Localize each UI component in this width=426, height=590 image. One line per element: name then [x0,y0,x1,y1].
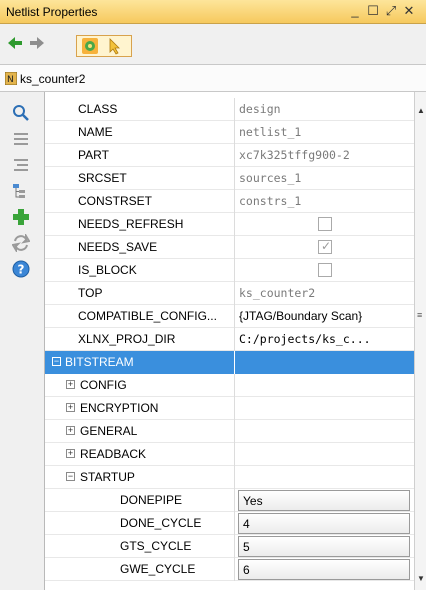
minimize-icon[interactable]: _ [348,3,362,19]
property-value: 6 [243,563,250,577]
group-row[interactable]: + CONFIG [45,374,414,397]
svg-text:N: N [7,75,14,85]
property-name: SRCSET [78,171,127,185]
property-value: Yes [243,494,263,508]
scroll-down-icon[interactable]: ▼ [417,574,425,583]
property-value: netlist_1 [239,125,302,139]
property-row[interactable]: TOP ks_counter2 [45,282,414,305]
object-bar: N ks_counter2 [0,64,426,92]
property-name: NAME [78,125,113,139]
startup-row[interactable]: DONEPIPE Yes [45,489,414,512]
property-name: COMPATIBLE_CONFIG... [78,309,217,323]
svg-text:?: ? [18,263,25,277]
property-name: TOP [78,286,103,300]
property-name: GWE_CYCLE [120,562,196,576]
side-toolbar: ? [0,92,44,590]
property-row[interactable]: COMPATIBLE_CONFIG... {JTAG/Boundary Scan… [45,305,414,328]
property-row[interactable]: PART xc7k325tffg900-2 [45,144,414,167]
gwe-cycle-dropdown[interactable]: 6 [238,559,410,580]
group-label: READBACK [80,447,147,461]
needs-save-checkbox[interactable]: ✓ [318,239,332,254]
property-value: constrs_1 [239,194,302,208]
collapse-icon[interactable]: − [66,472,75,481]
netlist-icon: N [4,71,18,86]
toolbar [0,24,426,64]
refresh-icon[interactable] [11,232,31,254]
property-name: PART [78,148,109,162]
search-icon[interactable] [12,104,30,122]
property-value: {JTAG/Boundary Scan} [239,309,363,323]
property-name: NEEDS_SAVE [78,240,158,254]
close-icon[interactable]: ✕ [402,3,416,19]
maximize-icon[interactable]: ☐ [366,3,380,19]
back-arrow-icon[interactable] [6,34,24,52]
collapse-all-icon[interactable] [12,130,30,148]
group-row[interactable]: + GENERAL [45,420,414,443]
vertical-scrollbar[interactable]: ▲ ≡ ▼ [414,92,426,590]
property-row[interactable]: IS_BLOCK [45,259,414,282]
properties-icon[interactable] [81,37,99,55]
expand-icon[interactable]: + [66,449,75,458]
group-label: STARTUP [80,470,135,484]
property-row[interactable]: NAME netlist_1 [45,121,414,144]
expand-icon[interactable]: + [66,380,75,389]
title-bar: Netlist Properties _ ☐ ⤢ ✕ [0,0,426,24]
property-value: ks_counter2 [239,286,316,300]
check-mark-icon: ✓ [321,239,332,253]
property-grid: CLASS design NAME netlist_1 PART xc7k325… [44,92,414,590]
group-label: ENCRYPTION [80,401,159,415]
needs-refresh-checkbox[interactable] [318,217,332,231]
property-row[interactable]: NEEDS_REFRESH [45,213,414,236]
object-name: ks_counter2 [20,72,86,86]
gts-cycle-dropdown[interactable]: 5 [238,536,410,557]
float-icon[interactable]: ⤢ [384,3,398,19]
property-name: DONE_CYCLE [120,516,202,530]
property-name: DONEPIPE [120,493,183,507]
property-row[interactable]: NEEDS_SAVE ✓ [45,236,414,259]
window-title: Netlist Properties [6,5,98,19]
collapse-icon[interactable]: − [52,357,61,366]
help-icon[interactable]: ? [12,260,30,278]
group-label: GENERAL [80,424,138,438]
property-value: 4 [243,517,250,531]
property-value: xc7k325tffg900-2 [239,148,350,162]
category-row-bitstream[interactable]: − BITSTREAM [45,351,414,374]
property-name: IS_BLOCK [78,263,137,277]
property-row[interactable]: CLASS design [45,98,414,121]
expand-icon[interactable]: + [66,403,75,412]
done-cycle-dropdown[interactable]: 4 [238,513,410,534]
property-value: C:/projects/ks_c... [239,332,371,346]
group-label: CONFIG [80,378,127,392]
group-row-startup[interactable]: − STARTUP [45,466,414,489]
group-row[interactable]: + READBACK [45,443,414,466]
category-label: BITSTREAM [65,355,134,369]
startup-row[interactable]: GWE_CYCLE 6 [45,558,414,581]
group-icon[interactable] [12,182,30,200]
property-row[interactable]: XLNX_PROJ_DIR C:/projects/ks_c... [45,328,414,351]
add-property-icon[interactable] [12,208,30,226]
startup-row[interactable]: DONE_CYCLE 4 [45,512,414,535]
startup-row[interactable]: GTS_CYCLE 5 [45,535,414,558]
expand-icon[interactable]: + [66,426,75,435]
scroll-up-icon[interactable]: ▲ [417,106,425,115]
property-value: 5 [243,540,250,554]
forward-arrow-icon[interactable] [28,34,46,52]
select-pointer-icon[interactable] [106,37,124,55]
property-row[interactable]: CONSTRSET constrs_1 [45,190,414,213]
property-value: design [239,102,281,116]
donepipe-dropdown[interactable]: Yes [238,490,410,511]
property-name: GTS_CYCLE [120,539,192,553]
expand-all-icon[interactable] [12,156,30,174]
property-name: CONSTRSET [78,194,153,208]
property-name: CLASS [78,102,118,116]
property-name: XLNX_PROJ_DIR [78,332,176,346]
is-block-checkbox[interactable] [318,263,332,277]
property-row[interactable]: SRCSET sources_1 [45,167,414,190]
property-name: NEEDS_REFRESH [78,217,184,231]
group-row[interactable]: + ENCRYPTION [45,397,414,420]
property-value: sources_1 [239,171,302,185]
scroll-grip-icon[interactable]: ≡ [417,310,422,320]
